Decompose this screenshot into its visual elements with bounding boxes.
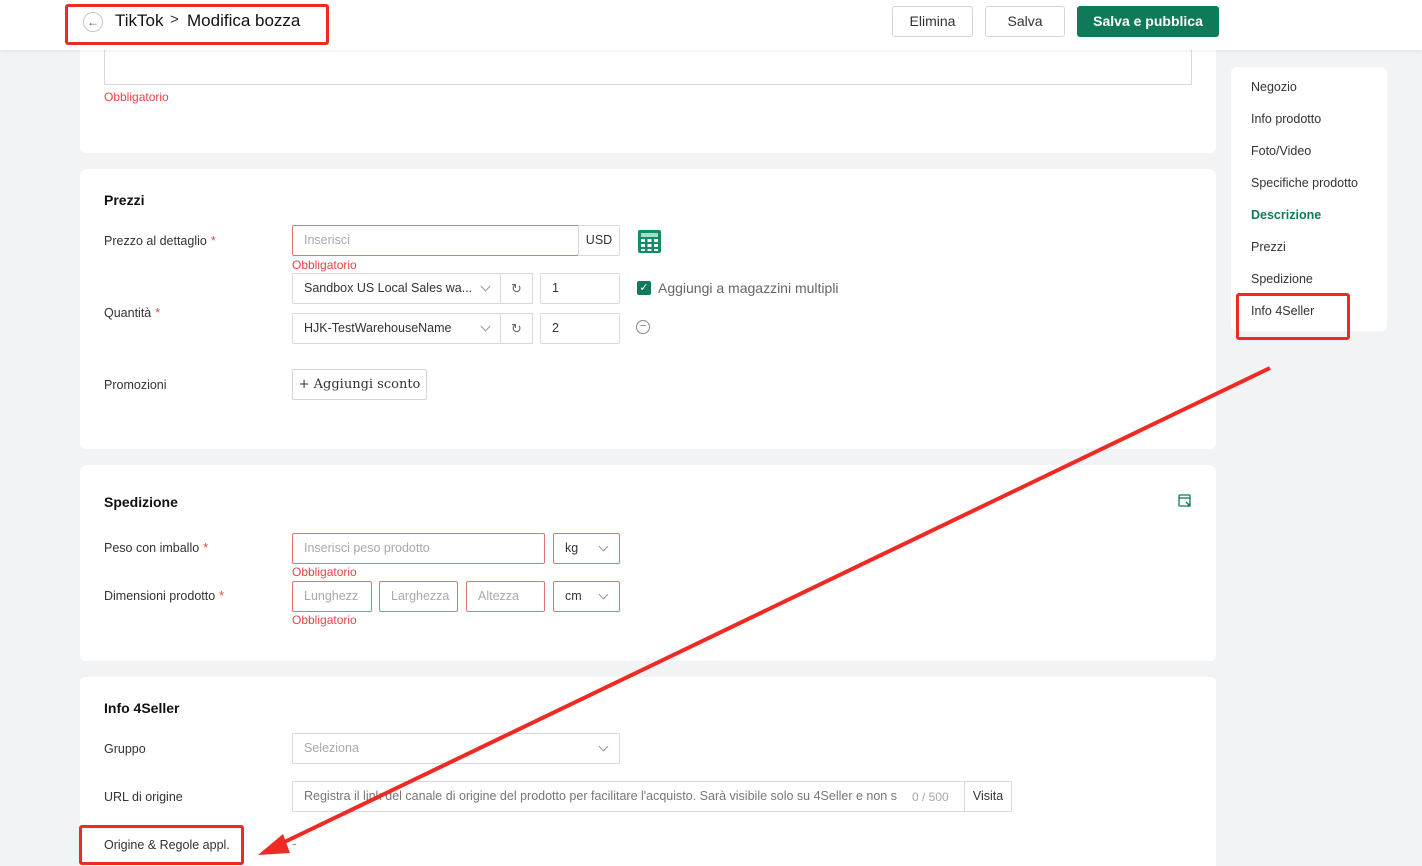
length-input[interactable]: Lunghezz: [292, 581, 372, 612]
refresh-icon: ↻: [511, 281, 522, 296]
refresh-icon: ↻: [511, 321, 522, 336]
source-url-label: URL di origine: [104, 790, 183, 804]
warehouse-qty-input-1[interactable]: 1: [540, 273, 620, 304]
description-required-msg: Obbligatorio: [104, 90, 169, 104]
save-button[interactable]: Salva: [985, 6, 1065, 37]
check-icon: ✓: [639, 282, 649, 294]
dims-required-msg: Obbligatorio: [292, 613, 357, 627]
warehouse-qty-input-2[interactable]: 2: [540, 313, 620, 344]
height-input[interactable]: Altezza: [466, 581, 545, 612]
calculator-icon[interactable]: [637, 229, 662, 254]
source-url-input[interactable]: Registra il link del canale di origine d…: [292, 781, 966, 812]
dimensions-label: Dimensioni prodotto *: [104, 589, 225, 603]
shipping-card: Spedizione Peso con imballo * Inserisci p…: [80, 465, 1216, 661]
multi-warehouse-label[interactable]: Aggiungi a magazzini multipli: [658, 280, 839, 296]
promotions-label: Promozioni: [104, 378, 167, 392]
annotation-box-info-4seller-nav: [1236, 293, 1350, 340]
chevron-down-icon: [598, 541, 609, 552]
save-and-publish-button[interactable]: Salva e pubblica: [1077, 6, 1219, 37]
retail-price-required-msg: Obbligatorio: [292, 258, 357, 272]
url-char-counter: 0 / 500: [912, 790, 949, 804]
group-label: Gruppo: [104, 742, 146, 756]
delete-button[interactable]: Elimina: [892, 6, 973, 37]
nav-item-spedizione[interactable]: Spedizione: [1251, 272, 1313, 286]
retail-price-input[interactable]: Inserisci: [292, 225, 579, 256]
width-input[interactable]: Larghezza: [379, 581, 458, 612]
section-nav: Negozio Info prodotto Foto/Video Specifi…: [1231, 67, 1387, 331]
remove-warehouse-icon[interactable]: −: [636, 320, 650, 334]
group-select[interactable]: Seleziona: [292, 733, 620, 764]
weight-input[interactable]: Inserisci peso prodotto: [292, 533, 545, 564]
refresh-warehouse-button-2[interactable]: ↻: [500, 313, 533, 344]
currency-addon: USD: [578, 225, 620, 256]
chevron-down-icon: [480, 321, 491, 332]
annotation-box-origin-rules: [79, 825, 244, 865]
origin-rules-value: -: [292, 836, 297, 851]
shipping-title: Spedizione: [104, 494, 178, 510]
prices-title: Prezzi: [104, 192, 145, 208]
nav-item-negozio[interactable]: Negozio: [1251, 80, 1297, 94]
refresh-warehouse-button-1[interactable]: ↻: [500, 273, 533, 304]
warehouse-select-2[interactable]: HJK-TestWarehouseName: [292, 313, 502, 344]
chevron-down-icon: [598, 589, 609, 600]
nav-item-specifiche[interactable]: Specifiche prodotto: [1251, 176, 1358, 190]
multi-warehouse-checkbox[interactable]: ✓: [637, 281, 651, 295]
info-4seller-title: Info 4Seller: [104, 700, 180, 716]
info-4seller-card: Info 4Seller Gruppo Seleziona URL di ori…: [80, 677, 1216, 866]
nav-item-foto-video[interactable]: Foto/Video: [1251, 144, 1311, 158]
description-card: Obbligatorio: [80, 30, 1216, 153]
annotation-box-breadcrumb: [65, 4, 329, 45]
warehouse-select-1[interactable]: Sandbox US Local Sales wa...: [292, 273, 502, 304]
nav-item-info-prodotto[interactable]: Info prodotto: [1251, 112, 1321, 126]
prices-card: Prezzi Prezzo al dettaglio * Inserisci US…: [80, 169, 1216, 449]
dims-unit-select[interactable]: cm: [553, 581, 620, 612]
weight-unit-select[interactable]: kg: [553, 533, 620, 564]
add-discount-button[interactable]: + Aggiungi sconto: [292, 369, 427, 400]
weight-label: Peso con imballo *: [104, 541, 209, 555]
nav-item-descrizione[interactable]: Descrizione: [1251, 208, 1321, 222]
collapse-panel-icon[interactable]: [1178, 494, 1192, 508]
quantity-label: Quantità *: [104, 306, 161, 320]
chevron-down-icon: [480, 281, 491, 292]
weight-required-msg: Obbligatorio: [292, 565, 357, 579]
retail-price-label: Prezzo al dettaglio *: [104, 234, 216, 248]
nav-item-prezzi[interactable]: Prezzi: [1251, 240, 1286, 254]
visit-button[interactable]: Visita: [964, 781, 1012, 812]
chevron-down-icon: [598, 741, 609, 752]
